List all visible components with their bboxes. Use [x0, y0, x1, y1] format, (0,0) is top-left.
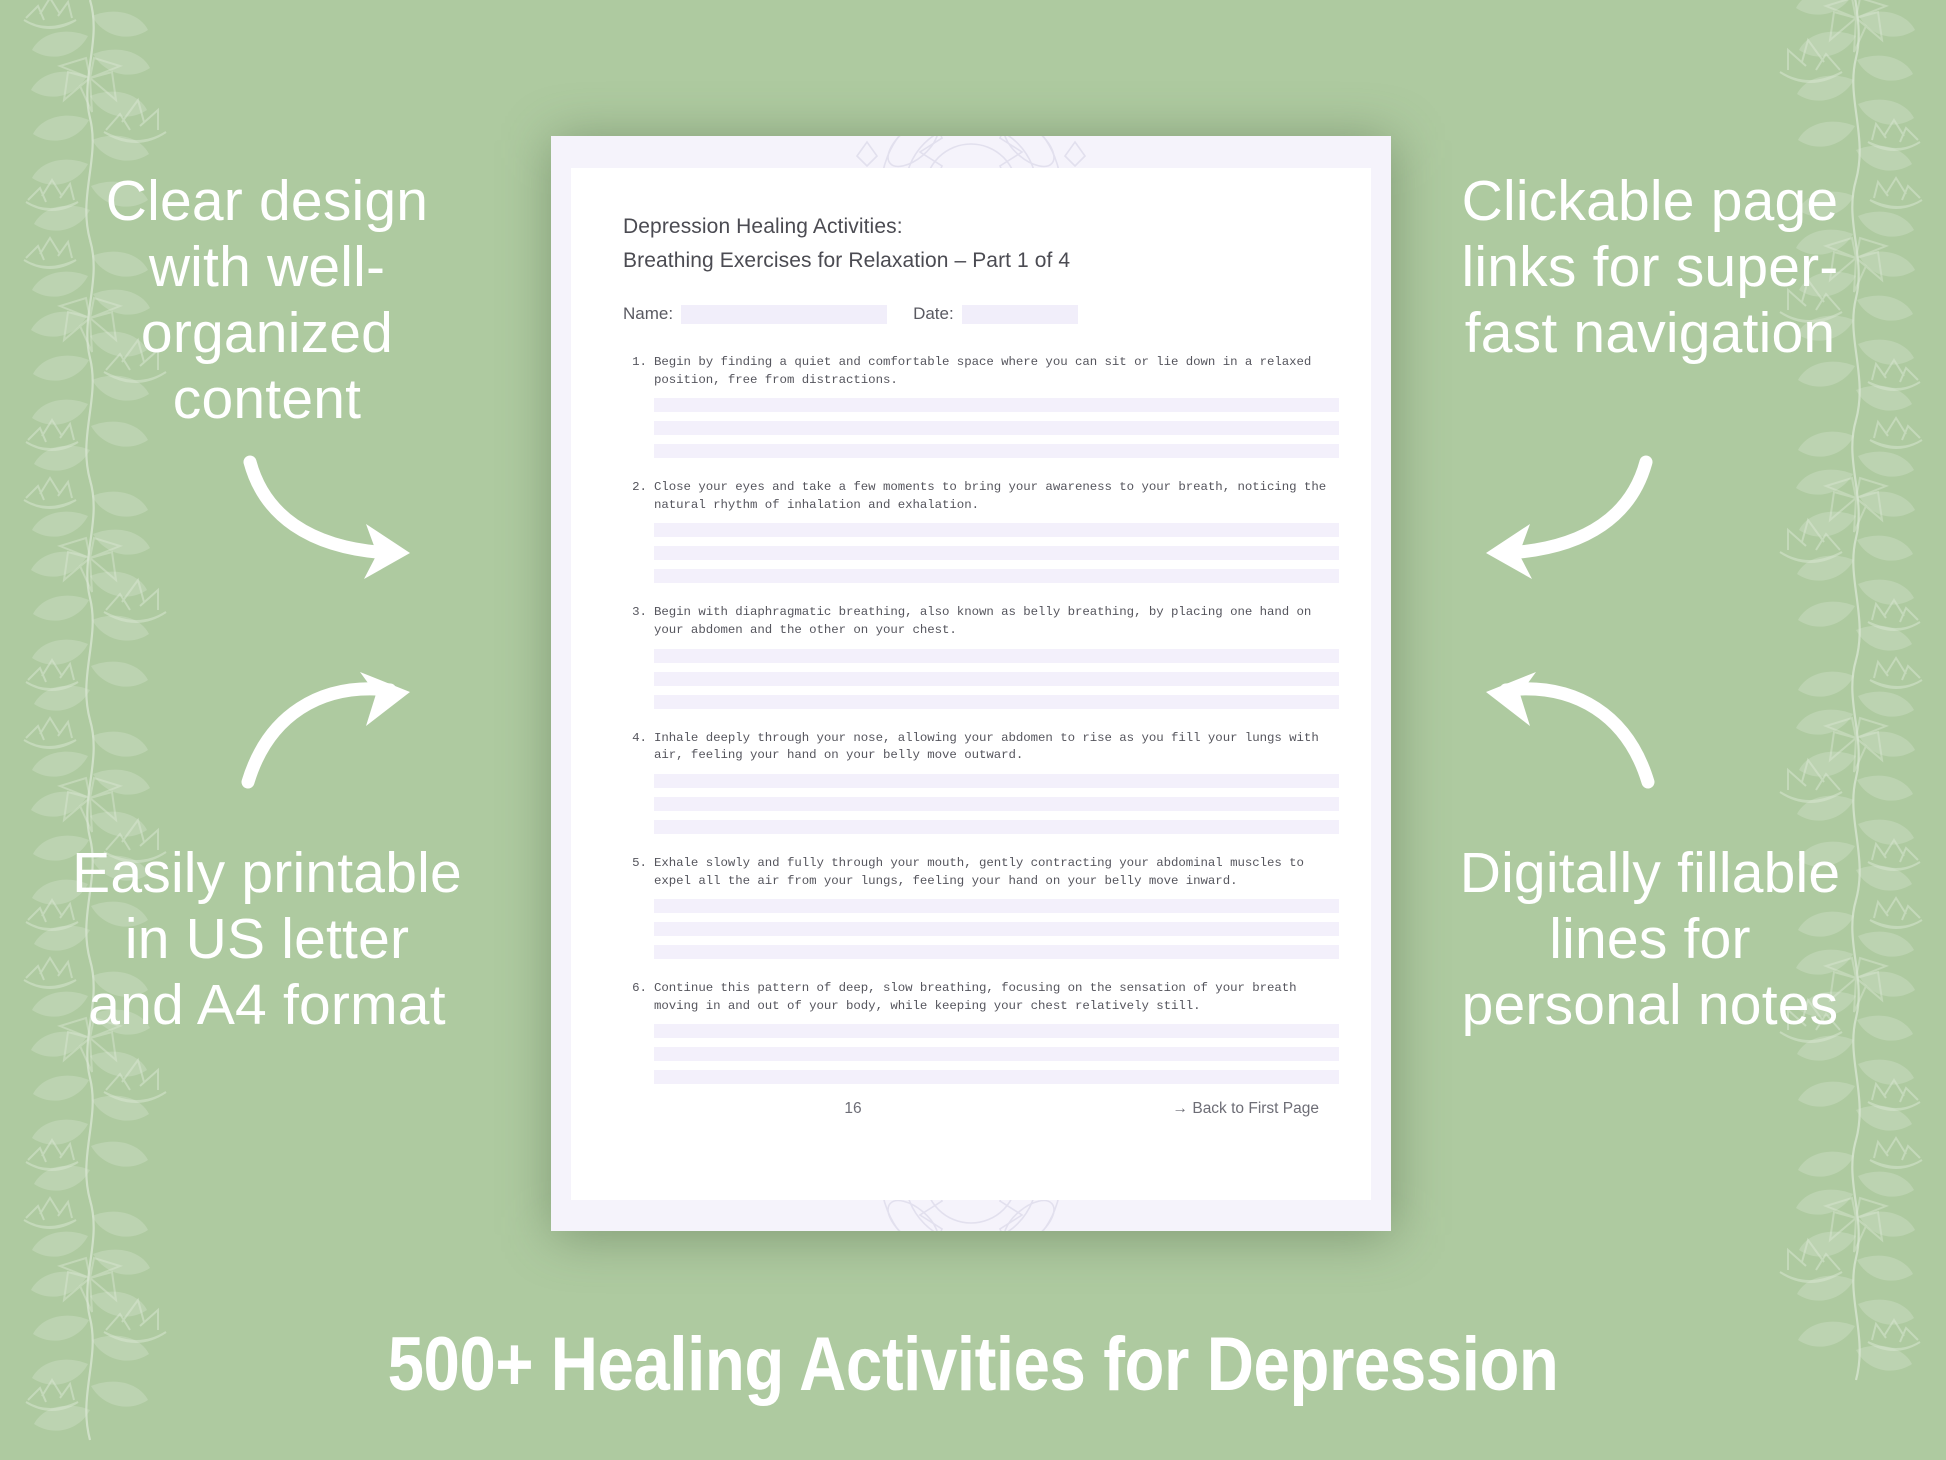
task-item: 6. Continue this pattern of deep, slow br…	[623, 980, 1339, 1085]
promo-clear-design: Clear design with well-organized content	[105, 169, 429, 432]
task-fill-lines	[654, 523, 1339, 584]
task-text: Begin by finding a quiet and comfortable…	[654, 355, 1312, 387]
task-row: 4. Inhale deeply through your nose, allow…	[623, 730, 1339, 765]
fillable-line[interactable]	[654, 1047, 1339, 1062]
fillable-line[interactable]	[654, 546, 1339, 561]
task-item: 5. Exhale slowly and fully through your m…	[623, 855, 1339, 960]
date-input[interactable]	[961, 304, 1078, 324]
task-row: 2. Close your eyes and take a few moments…	[623, 479, 1339, 514]
document-footer: 16 → Back to First Page	[643, 1100, 1319, 1118]
fillable-line[interactable]	[654, 1070, 1339, 1085]
fillable-line[interactable]	[654, 671, 1339, 686]
task-list: 1. Begin by finding a quiet and comfortab…	[623, 354, 1339, 1085]
task-item: 3. Begin with diaphragmatic breathing, al…	[623, 604, 1339, 709]
task-text: Inhale deeply through your nose, allowin…	[654, 730, 1319, 763]
task-row: 3. Begin with diaphragmatic breathing, al…	[623, 604, 1339, 639]
task-fill-lines	[654, 773, 1339, 834]
name-date-row: Name: Date:	[623, 304, 1339, 324]
fillable-line[interactable]	[654, 398, 1339, 413]
document-preview[interactable]: Depression Healing Activities: Breathing…	[551, 136, 1391, 1231]
back-to-first-page-link[interactable]: → Back to First Page	[1173, 1100, 1319, 1118]
name-label: Name:	[623, 304, 674, 324]
promo-fillable-lines: Digitally fillable lines for personal no…	[1459, 841, 1841, 1038]
fillable-line[interactable]	[654, 444, 1339, 459]
fillable-line[interactable]	[654, 819, 1339, 834]
task-text: Close your eyes and take a few moments t…	[654, 480, 1327, 512]
fillable-line[interactable]	[654, 523, 1339, 538]
task-number: 5.	[632, 855, 647, 870]
task-item: 1. Begin by finding a quiet and comfortab…	[623, 354, 1339, 459]
arrow-curved-up-left-icon	[1486, 672, 1655, 789]
arrow-curved-left-down-icon	[1486, 455, 1653, 579]
document-page: Depression Healing Activities: Breathing…	[571, 168, 1371, 1200]
task-number: 1.	[632, 355, 647, 370]
promo-easily-printable: Easily printable in US letter and A4 for…	[72, 841, 462, 1038]
fillable-line[interactable]	[654, 1024, 1339, 1039]
task-row: 1. Begin by finding a quiet and comfortab…	[623, 354, 1339, 389]
task-item: 4. Inhale deeply through your nose, allow…	[623, 730, 1339, 834]
fillable-line[interactable]	[654, 922, 1339, 937]
fillable-line[interactable]	[654, 421, 1339, 436]
document-title-line1: Depression Healing Activities:	[623, 215, 903, 238]
task-number: 4.	[632, 730, 647, 745]
task-item: 2. Close your eyes and take a few moments…	[623, 479, 1339, 584]
task-row: 6. Continue this pattern of deep, slow br…	[623, 980, 1339, 1015]
arrow-curved-right-down-icon	[243, 455, 410, 579]
task-fill-lines	[654, 899, 1339, 960]
task-number: 6.	[632, 981, 647, 996]
banner-headline: 500+ Healing Activities for Depression	[387, 1322, 1559, 1407]
task-number: 2.	[632, 480, 647, 495]
task-fill-lines	[654, 648, 1339, 709]
arrow-curved-up-right-icon	[241, 672, 410, 789]
task-fill-lines	[654, 398, 1339, 459]
name-input[interactable]	[681, 304, 888, 324]
fillable-line[interactable]	[654, 648, 1339, 663]
page-number: 16	[844, 1100, 862, 1117]
task-text: Begin with diaphragmatic breathing, also…	[654, 605, 1312, 638]
date-label: Date:	[913, 304, 954, 324]
document-title-line2: Breathing Exercises for Relaxation – Par…	[623, 249, 1071, 273]
fillable-line[interactable]	[654, 569, 1339, 584]
document-title: Depression Healing Activities: Breathing…	[623, 210, 1339, 278]
fillable-line[interactable]	[654, 945, 1339, 960]
task-text: Exhale slowly and fully through your mou…	[654, 855, 1304, 888]
task-text: Continue this pattern of deep, slow brea…	[654, 981, 1297, 1013]
fillable-line[interactable]	[654, 899, 1339, 914]
fillable-line[interactable]	[654, 773, 1339, 788]
task-fill-lines	[654, 1024, 1339, 1085]
fillable-line[interactable]	[654, 694, 1339, 709]
fillable-line[interactable]	[654, 796, 1339, 811]
task-number: 3.	[632, 605, 647, 620]
promo-clickable-links: Clickable page links for super-fast navi…	[1461, 169, 1839, 366]
task-row: 5. Exhale slowly and fully through your m…	[623, 855, 1339, 890]
